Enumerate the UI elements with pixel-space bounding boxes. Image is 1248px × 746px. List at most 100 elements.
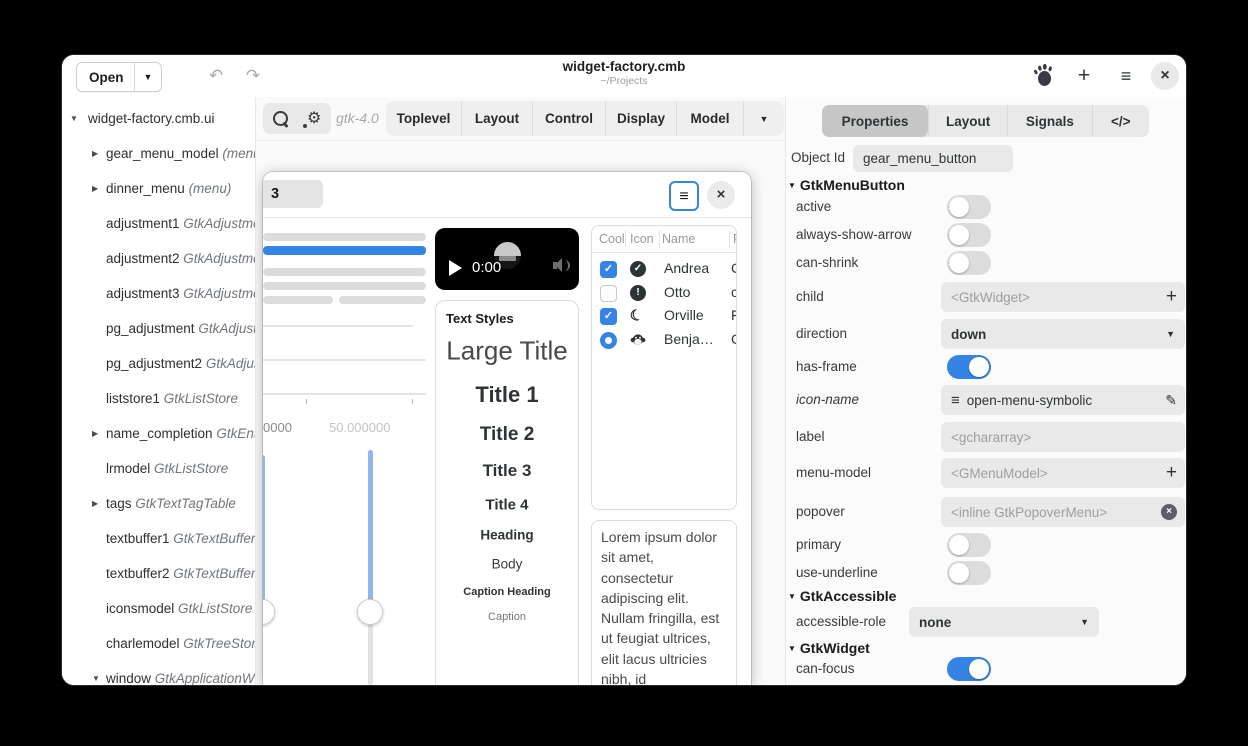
gnome-foot-glyph [1033, 64, 1054, 87]
spinbutton-fragment[interactable]: 3 [263, 180, 323, 208]
entry-popover[interactable]: <inline GtkPopoverMenu>× [941, 497, 1185, 527]
expander-down-icon[interactable]: ▼ [788, 181, 796, 190]
tree-row-iconsmodel[interactable]: iconsmodel GtkListStore [62, 598, 255, 620]
table-row[interactable]: !Ottoc [592, 282, 736, 306]
checkbox-unchecked[interactable] [600, 285, 617, 302]
table-header-cool[interactable]: Cool [599, 226, 625, 252]
checkbox-checked[interactable]: ✓ [600, 308, 617, 325]
tree-row-pg_adjustment2[interactable]: pg_adjustment2 GtkAdjustment [62, 353, 255, 375]
checkbox-checked[interactable]: ✓ [600, 261, 617, 278]
tree-row-liststore1[interactable]: liststore1 GtkListStore [62, 388, 255, 410]
gear-icon[interactable]: ⚙ [307, 111, 321, 127]
toggle-use-underline[interactable] [947, 561, 991, 585]
scale-track[interactable] [263, 359, 426, 361]
tree-row-dinner_menu[interactable]: ▶dinner_menu (menu) [62, 178, 255, 200]
tree-item-text: adjustment1 GtkAdjustment [106, 213, 255, 235]
expander-right-icon[interactable]: ▶ [92, 423, 98, 445]
tab-properties[interactable]: Properties [822, 105, 928, 137]
workspace: ⚙ gtk-4.0 ToplevelLayoutControlDisplayMo… [255, 97, 786, 685]
tree-row-name_completion[interactable]: ▶name_completion GtkEntryCompletion [62, 423, 255, 445]
category-button-control[interactable]: Control [532, 101, 605, 136]
category-more-arrow-icon[interactable]: ▼ [743, 101, 784, 136]
lorem-text[interactable]: Lorem ipsum dolor sit amet, consectetur … [601, 527, 729, 685]
preview-close-button[interactable]: × [707, 181, 735, 209]
toggle-can-focus[interactable] [947, 657, 991, 681]
redo-icon[interactable]: ↷ [240, 63, 266, 89]
toggle-can-shrink[interactable] [947, 251, 991, 275]
table-header-p[interactable]: P [733, 226, 737, 252]
table-header-name[interactable]: Name [662, 226, 695, 252]
vertical-slider-track[interactable] [368, 450, 373, 610]
volume-icon[interactable] [553, 258, 569, 273]
play-icon[interactable] [449, 260, 462, 276]
toggle-has-frame[interactable] [947, 355, 991, 379]
tab-layout[interactable]: Layout [928, 105, 1007, 137]
section-header-gtkaccessible[interactable]: ▼GtkAccessible [788, 585, 896, 607]
text-styles-card: Text Styles Large TitleTitle 1Title 2Tit… [435, 300, 579, 685]
tree-row-window[interactable]: ▼window GtkApplicationWindow [62, 668, 255, 685]
vertical-slider-track-lower[interactable] [368, 624, 373, 685]
table-header-icon[interactable]: Icon [630, 226, 654, 252]
open-split-button[interactable]: Open ▼ [76, 62, 162, 92]
clear-icon[interactable]: × [1161, 504, 1177, 520]
undo-icon[interactable]: ↶ [203, 63, 229, 89]
table-row[interactable]: ✓✓AndreaC [592, 258, 736, 282]
entry-child[interactable]: <GtkWidget>+ [941, 282, 1185, 312]
scale-track[interactable] [263, 393, 426, 395]
expander-right-icon[interactable]: ▶ [92, 178, 98, 200]
open-button-label[interactable]: Open [77, 70, 134, 85]
tree-row-adjustment2[interactable]: adjustment2 GtkAdjustment [62, 248, 255, 270]
gnome-foot-icon[interactable] [1029, 64, 1057, 90]
object-id-input[interactable]: gear_menu_button [853, 145, 1013, 172]
table-row[interactable]: Benja…C [592, 329, 736, 353]
radio-button[interactable] [600, 332, 617, 349]
property-row-popover: popover<inline GtkPopoverMenu>× [786, 497, 1186, 527]
add-icon[interactable]: + [1166, 462, 1177, 484]
expander-right-icon[interactable]: ▶ [92, 143, 98, 165]
expander-down-icon[interactable]: ▼ [788, 592, 796, 601]
entry-icon-name[interactable]: ≡open-menu-symbolic✎ [941, 385, 1185, 415]
tree-row-charlemodel[interactable]: charlemodel GtkTreeStore [62, 633, 255, 655]
slider-handle[interactable] [357, 599, 383, 625]
preview-hamburger-button[interactable]: ≡ [669, 181, 699, 211]
hamburger-menu-icon[interactable]: ≡ [1112, 63, 1140, 89]
toggle-active[interactable] [947, 195, 991, 219]
moon-glyph: ☾ [628, 306, 647, 325]
table-row[interactable]: ✓☾OrvilleF [592, 305, 736, 329]
add-icon[interactable]: + [1166, 286, 1177, 308]
tab-signals[interactable]: Signals [1007, 105, 1091, 137]
open-dropdown-arrow-icon[interactable]: ▼ [135, 72, 162, 82]
edit-pencil-icon[interactable]: ✎ [1165, 392, 1177, 409]
category-button-model[interactable]: Model [676, 101, 743, 136]
tree-row-adjustment1[interactable]: adjustment1 GtkAdjustment [62, 213, 255, 235]
tree-row-textbuffer2[interactable]: textbuffer2 GtkTextBuffer [62, 563, 255, 585]
category-button-layout[interactable]: Layout [461, 101, 532, 136]
tab-[interactable]: </> [1092, 105, 1149, 137]
expander-right-icon[interactable]: ▶ [92, 493, 98, 515]
add-window-icon[interactable]: + [1070, 63, 1098, 89]
tree-row-widget-factory.cmb.ui[interactable]: ▼widget-factory.cmb.ui [62, 108, 255, 130]
tree-row-lrmodel[interactable]: lrmodel GtkListStore [62, 458, 255, 480]
slider-handle[interactable] [263, 599, 275, 625]
tree-row-tags[interactable]: ▶tags GtkTextTagTable [62, 493, 255, 515]
entry-menu-model[interactable]: <GMenuModel>+ [941, 458, 1185, 488]
tree-row-gear_menu_model[interactable]: ▶gear_menu_model (menu) [62, 143, 255, 165]
category-button-display[interactable]: Display [605, 101, 676, 136]
tree-row-textbuffer1[interactable]: textbuffer1 GtkTextBuffer [62, 528, 255, 550]
expander-down-icon[interactable]: ▼ [788, 644, 796, 653]
tree-row-adjustment3[interactable]: adjustment3 GtkAdjustment [62, 283, 255, 305]
close-window-button[interactable]: × [1151, 62, 1179, 90]
expander-down-icon[interactable]: ▼ [92, 668, 100, 685]
tree-row-pg_adjustment[interactable]: pg_adjustment GtkAdjustment [62, 318, 255, 340]
toggle-always-show-arrow[interactable] [947, 223, 991, 247]
vertical-slider-track[interactable] [263, 455, 265, 610]
category-button-toplevel[interactable]: Toplevel [386, 101, 461, 136]
entry-label[interactable]: <gchararray> [941, 422, 1185, 452]
toggle-primary[interactable] [947, 533, 991, 557]
property-row-always-show-arrow: always-show-arrow [786, 220, 1186, 250]
expander-down-icon[interactable]: ▼ [70, 108, 78, 130]
dropdown-direction[interactable]: down▼ [941, 319, 1185, 349]
search-icon[interactable] [273, 111, 288, 126]
dropdown-accessible-role[interactable]: none▼ [909, 607, 1099, 637]
scale-track[interactable] [263, 325, 413, 327]
